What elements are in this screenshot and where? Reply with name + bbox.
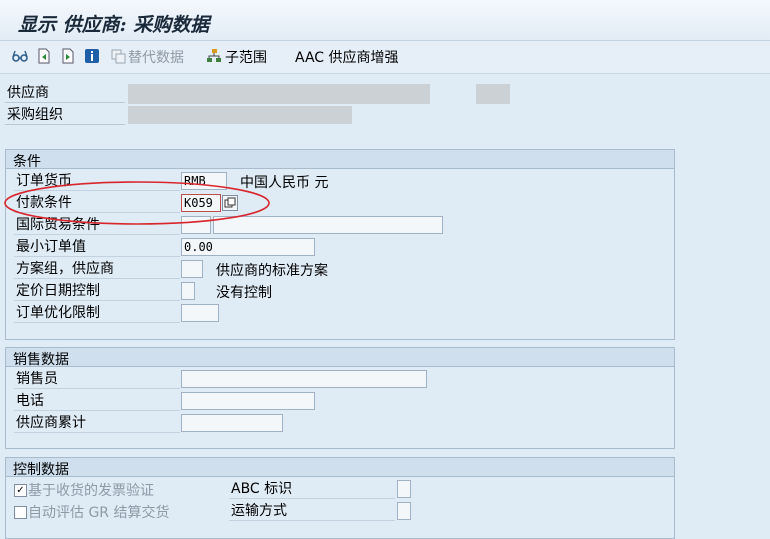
glasses-icon[interactable]: [12, 48, 28, 64]
shipping-mode-label: 运输方式: [229, 502, 395, 521]
order-optim-limit-field[interactable]: [181, 304, 219, 322]
min-order-value-field[interactable]: 0.00: [181, 238, 315, 256]
control-data-header: 控制数据: [6, 458, 674, 478]
pricing-date-control-field[interactable]: [181, 282, 195, 300]
auto-eval-gr-checkbox[interactable]: [14, 506, 27, 519]
sub-range-button[interactable]: 子范围: [225, 47, 267, 67]
order-optim-limit-label: 订单优化限制: [14, 304, 180, 323]
alt-data-button[interactable]: 替代数据: [128, 47, 184, 67]
hierarchy-icon: [206, 48, 222, 64]
schema-group-field[interactable]: [181, 260, 203, 278]
vendor-extra-redacted: [476, 84, 510, 104]
purch-org-label: 采购组织: [5, 106, 125, 125]
telephone-field[interactable]: [181, 392, 315, 410]
telephone-label: 电话: [14, 392, 180, 411]
salesperson-field[interactable]: [181, 370, 427, 388]
abc-indicator-label: ABC 标识: [229, 480, 395, 499]
min-order-value-label: 最小订单值: [14, 238, 180, 257]
pricing-date-control-desc: 没有控制: [216, 285, 272, 301]
previous-page-icon[interactable]: [36, 48, 52, 64]
info-icon[interactable]: [84, 48, 100, 64]
shipping-mode-field[interactable]: [397, 502, 411, 520]
auto-eval-gr-label: 自动评估 GR 结算交货: [28, 505, 170, 521]
application-toolbar: 替代数据 子范围 AAC 供应商增强: [0, 41, 770, 74]
acc-with-vendor-label: 供应商累计: [14, 414, 180, 433]
vendor-value-redacted: [128, 84, 430, 104]
sales-data-group: 销售数据 销售员 电话 供应商累计: [5, 347, 675, 449]
acc-with-vendor-field[interactable]: [181, 414, 283, 432]
conditions-header: 条件: [6, 150, 674, 170]
abc-indicator-field[interactable]: [397, 480, 411, 498]
highlight-ellipse: [4, 181, 270, 225]
conditions-title: 条件: [13, 154, 41, 170]
control-data-group: 控制数据 ✓ 基于收货的发票验证 自动评估 GR 结算交货 ABC 标识 运输方…: [5, 457, 675, 539]
schema-group-desc: 供应商的标准方案: [216, 263, 328, 279]
pricing-date-control-label: 定价日期控制: [14, 282, 180, 301]
salesperson-label: 销售员: [14, 370, 180, 389]
control-data-title: 控制数据: [13, 462, 69, 478]
gr-based-iv-label: 基于收货的发票验证: [28, 483, 154, 499]
aac-vendor-enhancement-button[interactable]: AAC 供应商增强: [295, 47, 399, 67]
title-bar: 显示 供应商: 采购数据: [0, 0, 770, 41]
next-page-icon[interactable]: [60, 48, 76, 64]
purch-org-value-redacted: [128, 106, 352, 124]
sales-data-title: 销售数据: [13, 352, 69, 368]
gr-based-iv-checkbox[interactable]: ✓: [14, 484, 27, 497]
alt-data-icon: [110, 48, 126, 64]
vendor-label: 供应商: [5, 84, 125, 103]
schema-group-label: 方案组，供应商: [14, 260, 180, 279]
sales-data-header: 销售数据: [6, 348, 674, 368]
page-title: 显示 供应商: 采购数据: [18, 14, 210, 36]
